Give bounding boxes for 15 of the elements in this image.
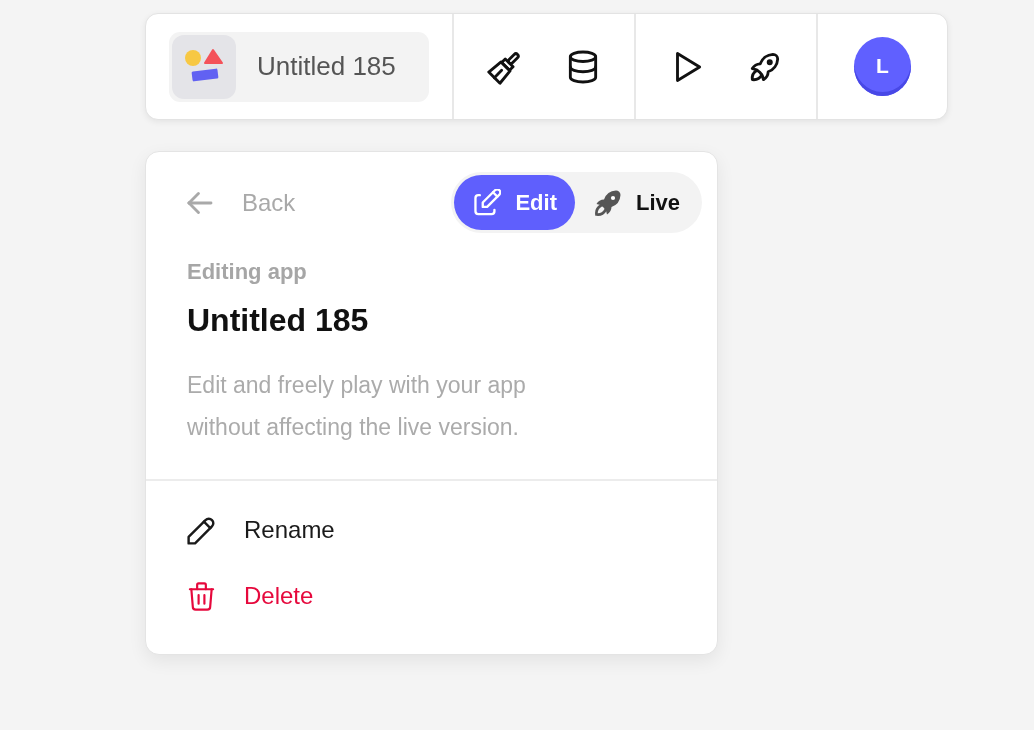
app-title: Untitled 185 [187,301,370,340]
mode-tab[interactable]: Edit [454,175,575,230]
trash-icon [187,581,216,611]
panel-eyebrow: Editing app [187,258,308,286]
edit-icon [474,189,502,216]
menu-item[interactable]: Rename [146,500,702,560]
panel-description: Edit and freely play with your app without affecting the live version. [187,371,527,442]
arrow-left-icon [187,191,213,214]
shapes-logo-icon [172,34,236,99]
menu-item[interactable]: Delete [146,566,702,626]
app-switcher-button[interactable]: Untitled 185 [169,31,429,102]
rocket-icon [594,189,622,216]
pencil-icon [187,515,216,545]
mode-tab[interactable]: Live [574,175,698,230]
user-avatar[interactable]: L [854,37,911,96]
